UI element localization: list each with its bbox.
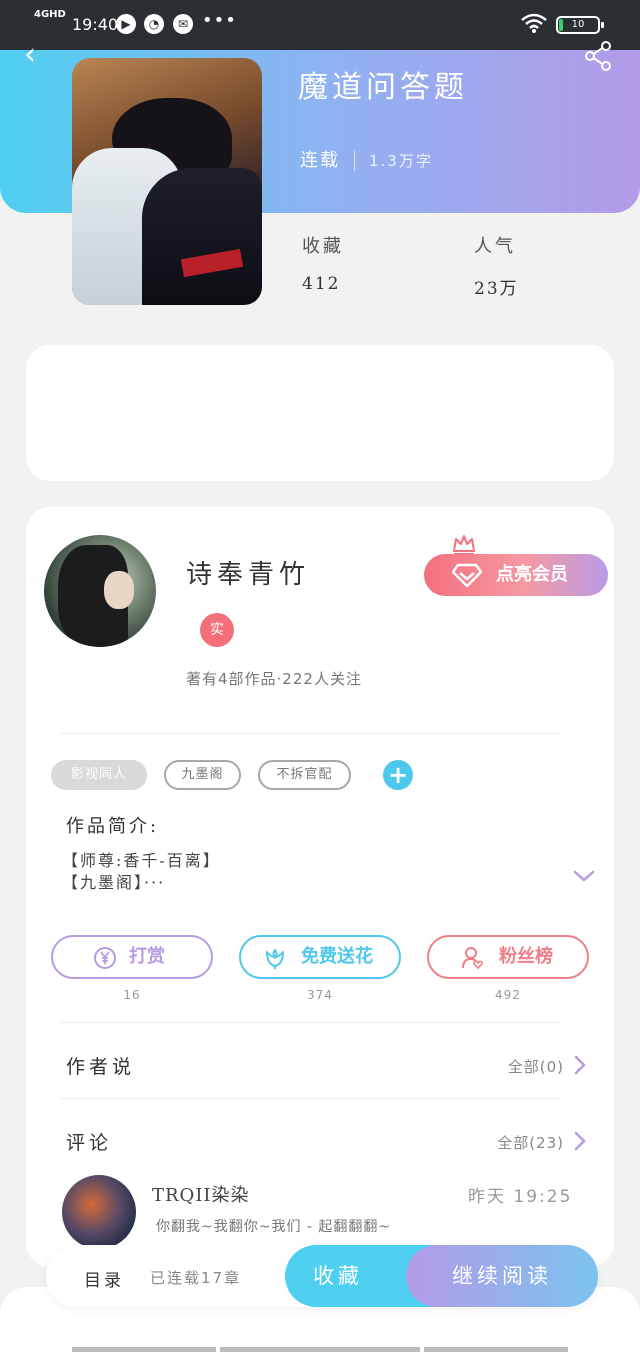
divider bbox=[60, 1098, 560, 1099]
fans-rank-label: 粉丝榜 bbox=[499, 946, 553, 967]
clock: 19:40 bbox=[72, 15, 119, 34]
intro-line-1: 【师尊:香千-百离】 bbox=[62, 851, 221, 870]
chevron-right-icon[interactable] bbox=[572, 1130, 588, 1152]
message-app-icon: ✉ bbox=[173, 14, 193, 34]
book-meta: 连载 1.3万字 bbox=[300, 146, 433, 172]
more-notifications-icon: ••• bbox=[202, 10, 237, 31]
popularity-stat: 人气 23万 bbox=[474, 232, 519, 299]
send-flower-label: 免费送花 bbox=[301, 946, 373, 967]
battery-icon: 10 bbox=[556, 16, 604, 34]
battery-level: 10 bbox=[571, 19, 585, 30]
book-cover[interactable] bbox=[72, 58, 262, 305]
verified-badge: 实 bbox=[200, 613, 234, 647]
favorites-value: 412 bbox=[302, 274, 341, 294]
commenter-avatar[interactable] bbox=[62, 1175, 136, 1249]
user-heart-icon bbox=[462, 947, 483, 970]
divider bbox=[60, 1022, 560, 1023]
reward-label: 打赏 bbox=[129, 946, 165, 967]
popularity-label: 人气 bbox=[474, 236, 516, 257]
empty-card bbox=[26, 345, 614, 481]
comment-text: 你翻我~我翻你~我们 - 起翻翻翻~ bbox=[156, 1219, 392, 1235]
crown-icon bbox=[453, 535, 475, 555]
popularity-value: 23万 bbox=[474, 279, 519, 299]
reward-count: 16 bbox=[123, 988, 141, 1002]
comments-label: 评论 bbox=[66, 1132, 113, 1154]
comment-time: 昨天 19:25 bbox=[468, 1187, 573, 1207]
yuan-coin-icon bbox=[94, 947, 116, 969]
fans-rank-button[interactable]: 粉丝榜 bbox=[427, 935, 589, 979]
diamond-icon bbox=[452, 563, 482, 587]
continue-reading-button[interactable]: 继续阅读 bbox=[406, 1245, 598, 1307]
author-says-label: 作者说 bbox=[66, 1056, 136, 1078]
author-name[interactable]: 诗奉青竹 bbox=[186, 554, 310, 591]
wifi-icon bbox=[521, 13, 547, 33]
word-count: 1.3万字 bbox=[369, 152, 433, 170]
author-says-all-link[interactable]: 全部(0) bbox=[508, 1056, 564, 1077]
intro-label: 作品简介: bbox=[66, 816, 160, 837]
status-bar: 4GHD 19:40 ▶ ◔ ✉ ••• 10 bbox=[0, 0, 640, 50]
chevron-down-icon[interactable] bbox=[572, 868, 596, 884]
chapter-count[interactable]: 已连载17章 bbox=[150, 1267, 241, 1288]
vip-button-label: 点亮会员 bbox=[496, 564, 568, 585]
flower-icon bbox=[266, 949, 284, 969]
comments-all-link[interactable]: 全部(23) bbox=[497, 1132, 564, 1153]
divider bbox=[60, 733, 560, 734]
favorites-label: 收藏 bbox=[302, 236, 344, 257]
video-app-icon: ▶ bbox=[116, 14, 136, 34]
speed-app-icon: ◔ bbox=[144, 14, 164, 34]
tag-film-fanfic[interactable]: 影视同人 bbox=[51, 760, 147, 790]
send-flower-button[interactable]: 免费送花 bbox=[239, 935, 401, 979]
tag-no-split-ship[interactable]: 不拆官配 bbox=[258, 760, 351, 790]
reward-button[interactable]: 打赏 bbox=[51, 935, 213, 979]
vip-button[interactable]: 点亮会员 bbox=[424, 554, 608, 596]
add-tag-button[interactable]: + bbox=[383, 760, 413, 790]
back-icon[interactable]: ‹ bbox=[24, 40, 50, 70]
author-avatar[interactable] bbox=[44, 535, 156, 647]
share-icon[interactable] bbox=[582, 40, 614, 72]
fans-count: 492 bbox=[495, 988, 521, 1002]
intro-line-2: 【九墨阁】··· bbox=[62, 873, 166, 892]
author-stats: 著有4部作品·222人关注 bbox=[186, 670, 362, 688]
catalog-button[interactable]: 目录 bbox=[84, 1266, 124, 1291]
commenter-name[interactable]: TRQII染染 bbox=[152, 1181, 250, 1207]
network-indicator: 4GHD bbox=[34, 9, 66, 20]
favorites-stat: 收藏 412 bbox=[302, 232, 344, 294]
tag-jiumoge[interactable]: 九墨阁 bbox=[164, 760, 241, 790]
flower-count: 374 bbox=[307, 988, 333, 1002]
book-title: 魔道问答题 bbox=[298, 70, 468, 105]
book-status: 连载 bbox=[300, 150, 340, 171]
intro-text: 【师尊:香千-百离】 【九墨阁】··· bbox=[62, 850, 221, 894]
chevron-right-icon[interactable] bbox=[572, 1054, 588, 1076]
